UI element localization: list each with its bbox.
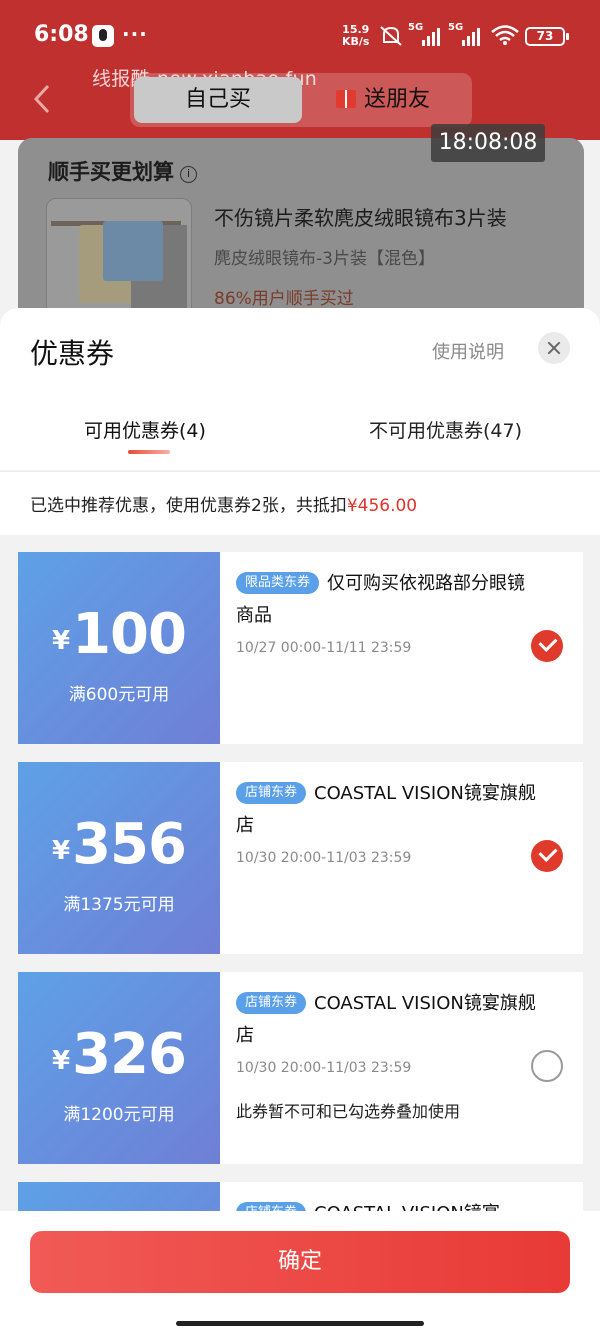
send-to-friend-label: 送朋友 [364, 87, 431, 112]
product-name[interactable]: 不伤镜片柔软麂皮绒眼镜布3片装 [214, 202, 507, 231]
wifi-icon [491, 25, 519, 45]
qq-notification-icon [92, 25, 114, 47]
coupon-currency: ¥ [52, 626, 71, 656]
coupon-card[interactable]: ¥100 满600元可用 限品类东券 仅可购买依视路部分眼镜商品 10/27 00… [14, 552, 583, 744]
gift-icon [336, 90, 356, 108]
coupon-validity: 10/30 20:00-11/03 23:59 [236, 1060, 412, 1076]
unchecked-icon[interactable] [531, 1050, 563, 1082]
coupon-validity: 10/30 20:00-11/03 23:59 [236, 850, 412, 866]
coupon-description: 店铺东券 COASTAL VISION镜宴旗舰店 [236, 988, 536, 1052]
coupon-value-panel: ¥100 满600元可用 [14, 552, 220, 744]
summary-amount: ¥456.00 [346, 496, 418, 516]
signal-sim1-icon: 5G [408, 22, 444, 46]
page-header: 6:08 ··· 15.9 KB/s 5G 5G 73 自己买 送朋友 [0, 0, 600, 140]
time-overlay: 18:08:08 [431, 124, 545, 162]
sim1-network-type: 5G [408, 22, 424, 33]
coupon-card[interactable]: ¥326 满1200元可用 店铺东券 COASTAL VISION镜宴旗舰店 10… [14, 972, 583, 1164]
coupon-amount: 100 [72, 602, 187, 667]
discount-summary: 已选中推荐优惠，使用优惠券2张，共抵扣¥456.00 [0, 471, 600, 535]
tab-unavailable-coupons[interactable]: 不可用优惠券(47) [369, 416, 522, 443]
coupon-type-tag: 店铺东券 [236, 992, 307, 1014]
coupon-description: 店铺东券 COASTAL VISION镜宴旗舰店 [236, 778, 536, 842]
active-tab-indicator [128, 450, 170, 454]
coupon-detail-panel: 限品类东券 仅可购买依视路部分眼镜商品 10/27 00:00-11/11 23:… [220, 552, 583, 744]
coupon-value-panel: ¥326 满1200元可用 [14, 972, 220, 1164]
coupon-description: 限品类东券 仅可购买依视路部分眼镜商品 [236, 568, 536, 632]
coupon-detail-panel: 店铺东券 COASTAL VISION镜宴旗舰店 10/30 20:00-11/0… [220, 972, 583, 1164]
add-on-title-text: 顺手买更划算 [48, 160, 174, 184]
coupon-detail-panel: 店铺东券 COASTAL VISION镜宴旗舰店 10/30 20:00-11/0… [220, 762, 583, 954]
info-icon[interactable]: i [180, 166, 197, 183]
more-notifications-icon: ··· [122, 22, 148, 46]
purchase-mode-switch: 自己买 送朋友 [130, 73, 472, 127]
status-time: 6:08 [34, 22, 89, 47]
coupon-validity: 10/27 00:00-11/11 23:59 [236, 640, 412, 656]
coupon-currency: ¥ [52, 1046, 71, 1076]
send-to-friend-tab[interactable]: 送朋友 [336, 77, 466, 123]
status-bar: 6:08 ··· 15.9 KB/s 5G 5G 73 [0, 0, 600, 70]
sim2-network-type: 5G [448, 22, 464, 33]
home-indicator[interactable] [176, 1321, 424, 1326]
checked-icon[interactable] [531, 630, 563, 662]
close-icon[interactable] [538, 332, 570, 364]
add-on-title: 顺手买更划算 i [48, 156, 197, 186]
coupon-threshold: 满1200元可用 [63, 1105, 175, 1125]
coupon-threshold: 满1375元可用 [63, 895, 175, 915]
checked-icon[interactable] [531, 840, 563, 872]
sheet-title: 优惠券 [30, 337, 115, 370]
sheet-footer: 确定 [0, 1211, 600, 1335]
back-arrow-icon[interactable] [30, 84, 56, 114]
coupon-amount: 356 [72, 812, 187, 877]
coupon-sheet-header: 优惠券 使用说明 可用优惠券(4) 不可用优惠券(47) [0, 308, 600, 470]
network-speed-unit: KB/s [342, 35, 370, 48]
coupon-amount: 326 [72, 1022, 187, 1087]
tab-available-coupons[interactable]: 可用优惠券(4) [84, 416, 206, 443]
coupon-currency: ¥ [52, 836, 71, 866]
coupon-value-panel: ¥356 满1375元可用 [14, 762, 220, 954]
mute-icon [380, 26, 402, 46]
signal-sim2-icon: 5G [448, 22, 484, 46]
network-speed: 15.9 KB/s [342, 24, 369, 48]
product-variant: 麂皮绒眼镜布-3片装【混色】 [214, 249, 435, 269]
coupon-card[interactable]: ¥356 满1375元可用 店铺东券 COASTAL VISION镜宴旗舰店 10… [14, 762, 583, 954]
battery-icon: 73 [525, 27, 569, 46]
coupon-type-tag: 限品类东券 [236, 572, 320, 594]
usage-instructions-link[interactable]: 使用说明 [432, 338, 504, 364]
coupon-type-tag: 店铺东券 [236, 782, 307, 804]
buy-for-self-tab[interactable]: 自己买 [134, 77, 302, 123]
summary-text: 已选中推荐优惠，使用优惠券2张，共抵扣 [30, 496, 347, 516]
coupon-sheet: 优惠券 使用说明 可用优惠券(4) 不可用优惠券(47) 已选中推荐优惠，使用优… [0, 308, 600, 1335]
product-stat: 86%用户顺手买过 [214, 289, 354, 309]
confirm-button[interactable]: 确定 [30, 1231, 570, 1293]
coupon-threshold: 满600元可用 [68, 685, 170, 705]
coupon-stack-note: 此券暂不可和已勾选券叠加使用 [236, 1102, 461, 1121]
